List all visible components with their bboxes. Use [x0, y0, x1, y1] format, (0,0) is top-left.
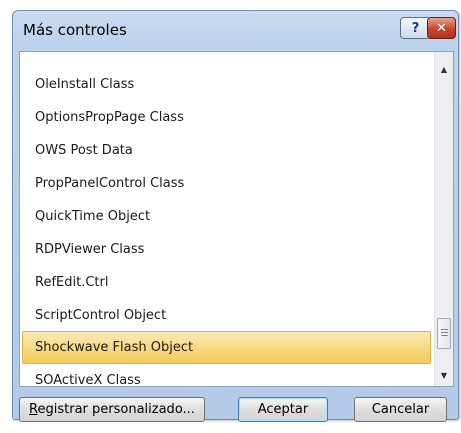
scroll-down-arrow[interactable]: ▼	[435, 366, 453, 384]
vertical-scrollbar[interactable]: ▲ ▼	[434, 52, 453, 386]
scroll-thumb[interactable]	[437, 318, 451, 349]
list-item[interactable]: QuickTime Object	[20, 200, 434, 233]
list-item[interactable]: ScriptControl Object	[20, 299, 434, 332]
triangle-down-icon: ▼	[440, 370, 448, 380]
list-item[interactable]: RefEdit.Ctrl	[20, 266, 434, 299]
dialog-title: Más controles	[23, 21, 127, 39]
list-item[interactable]: SOActiveX Class	[20, 364, 434, 386]
more-controls-dialog: Más controles ? ✕ OleInstall Class Optio…	[12, 10, 459, 422]
scroll-up-arrow[interactable]: ▲	[435, 60, 453, 78]
triangle-up-icon: ▲	[440, 64, 448, 74]
list-item[interactable]: RDPViewer Class	[20, 233, 434, 266]
close-button[interactable]: ✕	[427, 17, 456, 39]
accept-button[interactable]: Aceptar	[238, 397, 328, 422]
list-item[interactable]: OWS Post Data	[20, 134, 434, 167]
list-item[interactable]: OptionsPropPage Class	[20, 101, 434, 134]
help-icon: ?	[411, 20, 420, 36]
close-icon: ✕	[436, 20, 447, 36]
register-custom-button[interactable]: Registrar personalizado...	[19, 397, 205, 422]
cancel-button[interactable]: Cancelar	[354, 397, 447, 422]
register-custom-label: Registrar personalizado...	[29, 402, 195, 417]
list-item[interactable]: OleInstall Class	[20, 68, 434, 101]
grip-icon	[440, 329, 448, 338]
list-item-selected[interactable]: Shockwave Flash Object	[22, 331, 431, 364]
list-item[interactable]: PropPanelControl Class	[20, 167, 434, 200]
controls-listbox[interactable]: OleInstall Class OptionsPropPage Class O…	[19, 51, 454, 387]
